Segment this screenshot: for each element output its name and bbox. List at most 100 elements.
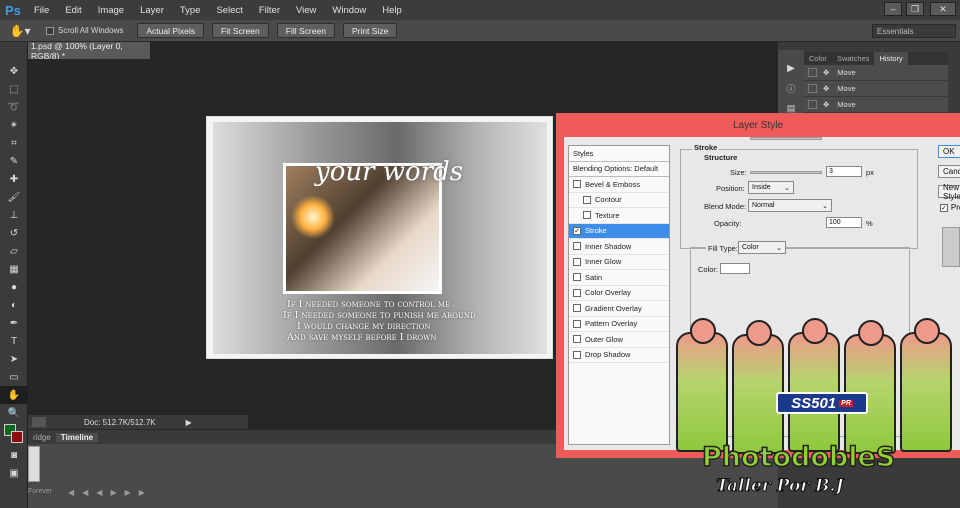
brush-tool-icon[interactable]: 🖌 [0,188,28,206]
move-tool-icon[interactable]: ✥ [0,62,28,80]
style-checkbox[interactable] [583,211,591,220]
eyedropper-tool-icon[interactable]: ✎ [0,152,28,170]
play-action-icon[interactable]: ▶ [778,58,804,78]
style-stroke[interactable]: ✓ Stroke [569,223,669,239]
blur-tool-icon[interactable]: ● [0,278,28,296]
restore-button[interactable]: ❐ [906,2,924,16]
history-checkbox[interactable] [808,100,817,109]
actual-pixels-button[interactable]: Actual Pixels [137,23,205,38]
color-swatches[interactable] [0,422,27,446]
style-checkbox[interactable] [573,304,581,313]
blend-mode-select[interactable]: Normal ⌄ [748,199,832,212]
style-pattern-overlay[interactable]: Pattern Overlay [569,317,669,332]
style-drop-shadow[interactable]: Drop Shadow [569,348,669,363]
minimize-button[interactable]: – [884,2,902,16]
history-checkbox[interactable] [808,84,817,93]
history-checkbox[interactable] [808,68,817,77]
timeline-frame-thumbnail[interactable] [28,446,40,482]
blending-options[interactable]: Blending Options: Default [569,162,669,177]
style-satin[interactable]: Satin [569,270,669,286]
menu-select[interactable]: Select [208,5,250,16]
new-style-button[interactable]: New Style... [938,183,960,201]
screen-mode-icon[interactable]: ▣ [0,464,28,482]
ok-button[interactable]: OK [938,145,960,158]
style-checkbox[interactable] [573,335,581,344]
style-checkbox[interactable]: ✓ [573,226,581,235]
menu-layer[interactable]: Layer [132,5,172,16]
style-checkbox[interactable] [573,242,581,251]
style-texture[interactable]: Texture [569,208,669,224]
dodge-tool-icon[interactable]: ◐ [0,296,28,314]
cancel-button[interactable]: Cancel [938,165,960,178]
lasso-tool-icon[interactable]: ➰ [0,98,28,116]
tab-swatches[interactable]: Swatches [832,52,875,65]
menu-view[interactable]: View [288,5,324,16]
crop-tool-icon[interactable]: ⌗ [0,134,28,152]
menu-filter[interactable]: Filter [251,5,288,16]
preview-checkbox-row[interactable]: ✓Preview [938,203,960,212]
menu-file[interactable]: File [26,5,57,16]
style-checkbox[interactable] [573,350,581,359]
style-checkbox[interactable] [573,180,581,189]
workspace-select[interactable]: Essentials [872,24,956,38]
artwork-canvas[interactable]: your words If I needed someone to contro… [206,116,553,359]
path-select-tool-icon[interactable]: ➤ [0,350,28,368]
style-color-overlay[interactable]: Color Overlay [569,286,669,301]
menu-image[interactable]: Image [90,5,132,16]
menu-edit[interactable]: Edit [57,5,89,16]
menu-window[interactable]: Window [324,5,374,16]
close-button[interactable]: ✕ [930,2,956,16]
fit-screen-button[interactable]: Fit Screen [212,23,269,38]
style-contour[interactable]: Contour [569,193,669,208]
menu-type[interactable]: Type [172,5,209,16]
scroll-all-checkbox[interactable] [46,26,54,35]
style-checkbox[interactable] [583,195,591,204]
gradient-tool-icon[interactable]: ▦ [0,260,28,278]
magic-wand-tool-icon[interactable]: ✴ [0,116,28,134]
background-color[interactable] [11,431,23,443]
eraser-tool-icon[interactable]: ▱ [0,242,28,260]
history-item[interactable]: ✥ Move [804,65,948,81]
quick-mask-icon[interactable]: ◙ [0,446,28,464]
zoom-level[interactable] [32,417,46,427]
fill-type-select[interactable]: Color ⌄ [738,241,786,254]
hand-tool-icon[interactable]: ✋ [0,386,28,404]
pen-tool-icon[interactable]: ✒ [0,314,28,332]
stroke-color-swatch[interactable] [720,263,750,274]
shape-tool-icon[interactable]: ▭ [0,368,28,386]
history-brush-tool-icon[interactable]: ↺ [0,224,28,242]
tab-timeline[interactable]: Timeline [55,432,99,442]
document-tab[interactable]: 1.psd @ 100% (Layer 0, RGB/8) * [28,41,150,61]
loop-select[interactable]: Forever [28,488,52,495]
marquee-tool-icon[interactable]: ⬚ [0,80,28,98]
style-bevel-emboss[interactable]: Bevel & Emboss [569,177,669,193]
history-item[interactable]: ✥ Move [804,97,948,113]
stamp-tool-icon[interactable]: ⊥ [0,206,28,224]
status-arrow-icon[interactable]: ▶ [186,418,192,427]
style-inner-glow[interactable]: Inner Glow [569,255,669,270]
print-size-button[interactable]: Print Size [342,23,398,38]
healing-tool-icon[interactable]: ✚ [0,170,28,188]
position-select[interactable]: Inside ⌄ [748,181,794,194]
size-slider[interactable] [750,171,822,174]
menu-help[interactable]: Help [374,5,410,16]
tab-history[interactable]: History [874,52,908,65]
tab-bridge[interactable]: ridge [28,433,56,442]
preview-checkbox[interactable]: ✓ [940,203,948,212]
style-inner-shadow[interactable]: Inner Shadow [569,239,669,255]
dialog-title[interactable]: Layer Style [556,113,960,137]
type-tool-icon[interactable]: T [0,332,28,350]
playback-controls[interactable]: ◀◀◀▶▶▶ [68,488,153,497]
style-gradient-overlay[interactable]: Gradient Overlay [569,301,669,317]
info-panel-icon[interactable]: ⓘ [778,78,804,98]
zoom-tool-icon[interactable]: 🔍 [0,404,28,422]
history-item[interactable]: ✥ Move [804,81,948,97]
style-checkbox[interactable] [573,288,581,297]
style-checkbox[interactable] [573,273,581,282]
styles-header[interactable]: Styles [569,146,669,162]
hand-tool-icon[interactable]: ✋▾ [0,24,40,38]
size-input[interactable]: 3 [826,166,862,177]
style-checkbox[interactable] [573,319,581,328]
tab-color[interactable]: Color [804,52,832,65]
style-outer-glow[interactable]: Outer Glow [569,332,669,348]
